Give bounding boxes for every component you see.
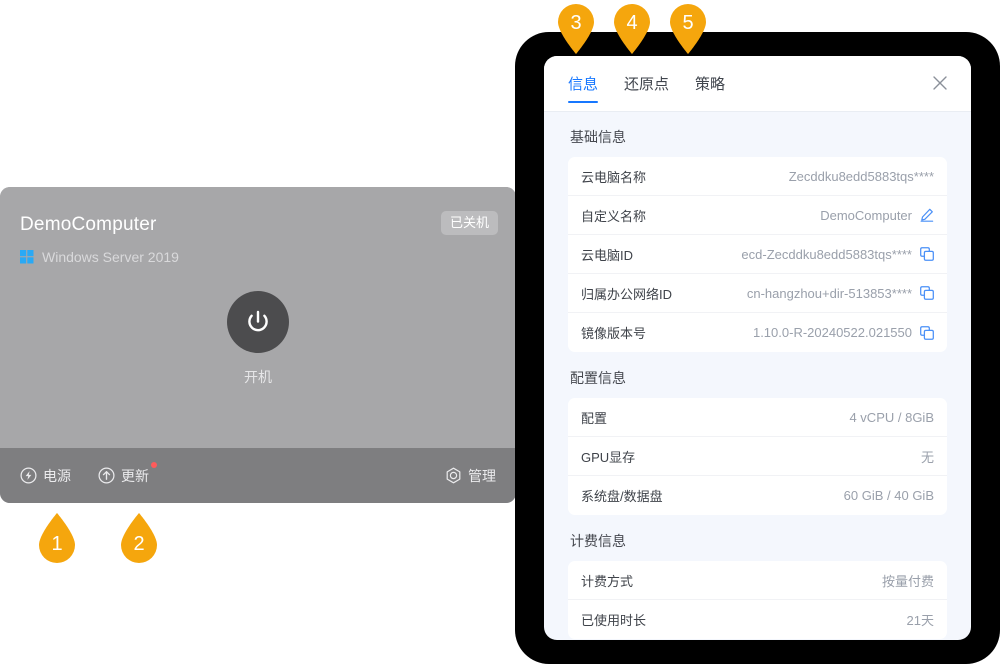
info-row: 计费方式 按量付费 (568, 561, 947, 600)
footer-manage-button[interactable]: 管理 (445, 466, 496, 486)
info-row: 云电脑名称 Zecddku8edd5883tqs**** (568, 157, 947, 196)
windows-logo-icon (20, 250, 34, 264)
info-row: GPU显存 无 (568, 437, 947, 476)
info-row-label: 镜像版本号 (581, 326, 647, 341)
device-os-label: Windows Server 2019 (42, 249, 179, 265)
annotation-number: 4 (626, 12, 638, 34)
detail-tabs: 信息 还原点 策略 (568, 56, 725, 111)
section-title-0: 基础信息 (570, 129, 626, 145)
annotation-number: 5 (682, 12, 694, 34)
info-row-value: 60 GiB / 40 GiB (843, 488, 934, 503)
footer-power-button[interactable]: 电源 (20, 466, 71, 486)
info-row-label: 云电脑ID (581, 247, 634, 263)
info-row-value: cn-hangzhou+dir-513853**** (746, 285, 912, 301)
detail-content: 基础信息云电脑名称 Zecddku8edd5883tqs**** 自定义名称 Demo… (544, 111, 971, 640)
annotation-pin-5: 5 (667, 2, 709, 56)
tab-2[interactable]: 策略 (695, 56, 725, 111)
update-arrow-up-icon (98, 467, 115, 484)
footer-manage-label: 管理 (468, 467, 496, 484)
info-row: 配置 4 vCPU / 8GiB (568, 398, 947, 437)
info-row-value: Zecddku8edd5883tqs**** (788, 168, 934, 184)
power-on-label: 开机 (244, 369, 272, 385)
info-row-value: 21天 (906, 613, 934, 628)
annotation-pin-3: 3 (555, 2, 597, 56)
copy-icon[interactable] (920, 286, 934, 300)
device-card: DemoComputer Windows Server 2019 已关机 开机 (0, 187, 516, 503)
tab-1[interactable]: 还原点 (624, 56, 669, 111)
info-row: 镜像版本号 1.10.0-R-20240522.021550 (568, 313, 947, 352)
annotation-pin-2: 2 (118, 511, 160, 565)
power-bolt-icon (20, 467, 37, 484)
copy-icon[interactable] (920, 247, 934, 261)
power-on-button[interactable] (227, 291, 289, 353)
close-icon[interactable] (931, 74, 949, 92)
annotation-pin-4: 4 (611, 2, 653, 56)
footer-power-label: 电源 (43, 467, 71, 484)
device-os-row: Windows Server 2019 (20, 249, 179, 265)
info-row: 系统盘/数据盘 60 GiB / 40 GiB (568, 476, 947, 515)
edit-pencil-icon[interactable] (920, 208, 934, 222)
info-row: 云电脑ID ecd-Zecddku8edd5883tqs**** (568, 235, 947, 274)
section-title-2: 计费信息 (570, 533, 626, 549)
info-row-value: 无 (920, 449, 934, 465)
device-title: DemoComputer (20, 214, 157, 235)
detail-panel: 信息 还原点 策略 基础信息云电脑名称 Zecddku8edd5883tqs**** 自… (544, 56, 971, 640)
info-row-label: 归属办公网络ID (581, 286, 673, 302)
info-row-value: 4 vCPU / 8GiB (849, 409, 934, 425)
device-card-footer: 电源 更新 管理 (0, 448, 516, 503)
device-card-body: DemoComputer Windows Server 2019 已关机 开机 (0, 187, 516, 448)
power-action-group: 开机 (0, 291, 516, 387)
annotation-pin-1: 1 (36, 511, 78, 565)
info-row-value: 按量付费 (881, 573, 934, 589)
info-row-label: 配置 (581, 410, 608, 426)
info-row-value: ecd-Zecddku8edd5883tqs**** (741, 246, 912, 262)
detail-tabbar: 信息 还原点 策略 (544, 56, 971, 112)
section-card-1: 配置 4 vCPU / 8GiB GPU显存 无系统盘/数据盘 60 GiB / 40 … (568, 398, 947, 515)
info-row-label: 系统盘/数据盘 (581, 489, 663, 504)
info-row-label: 云电脑名称 (581, 169, 647, 185)
manage-hexagon-icon (446, 467, 461, 484)
annotation-number: 3 (570, 12, 582, 34)
update-alert-dot (151, 461, 157, 468)
info-row-label: GPU显存 (581, 449, 636, 465)
power-icon (248, 310, 268, 332)
info-row: 已使用时长 21天 (568, 600, 947, 639)
section-card-0: 云电脑名称 Zecddku8edd5883tqs**** 自定义名称 DemoComp… (568, 157, 947, 352)
info-row-label: 计费方式 (581, 573, 634, 589)
status-badge: 已关机 (440, 211, 498, 235)
annotation-number: 1 (51, 533, 63, 555)
info-row-value: 1.10.0-R-20240522.021550 (752, 325, 912, 340)
section-card-2: 计费方式 按量付费已使用时长 21天 (568, 561, 947, 639)
footer-update-button[interactable]: 更新 (98, 461, 157, 486)
info-row-label: 自定义名称 (581, 208, 647, 224)
tab-0[interactable]: 信息 (568, 56, 599, 111)
copy-icon[interactable] (920, 325, 934, 340)
annotation-number: 2 (133, 533, 145, 555)
footer-update-label: 更新 (121, 467, 149, 484)
detail-device-frame: 信息 还原点 策略 基础信息云电脑名称 Zecddku8edd5883tqs**** 自… (515, 32, 1000, 664)
info-row: 归属办公网络ID cn-hangzhou+dir-513853**** (568, 274, 947, 313)
info-row-label: 已使用时长 (581, 613, 647, 628)
info-row: 自定义名称 DemoComputer (568, 196, 947, 235)
info-row-value: DemoComputer (820, 207, 912, 223)
section-title-1: 配置信息 (570, 370, 626, 386)
